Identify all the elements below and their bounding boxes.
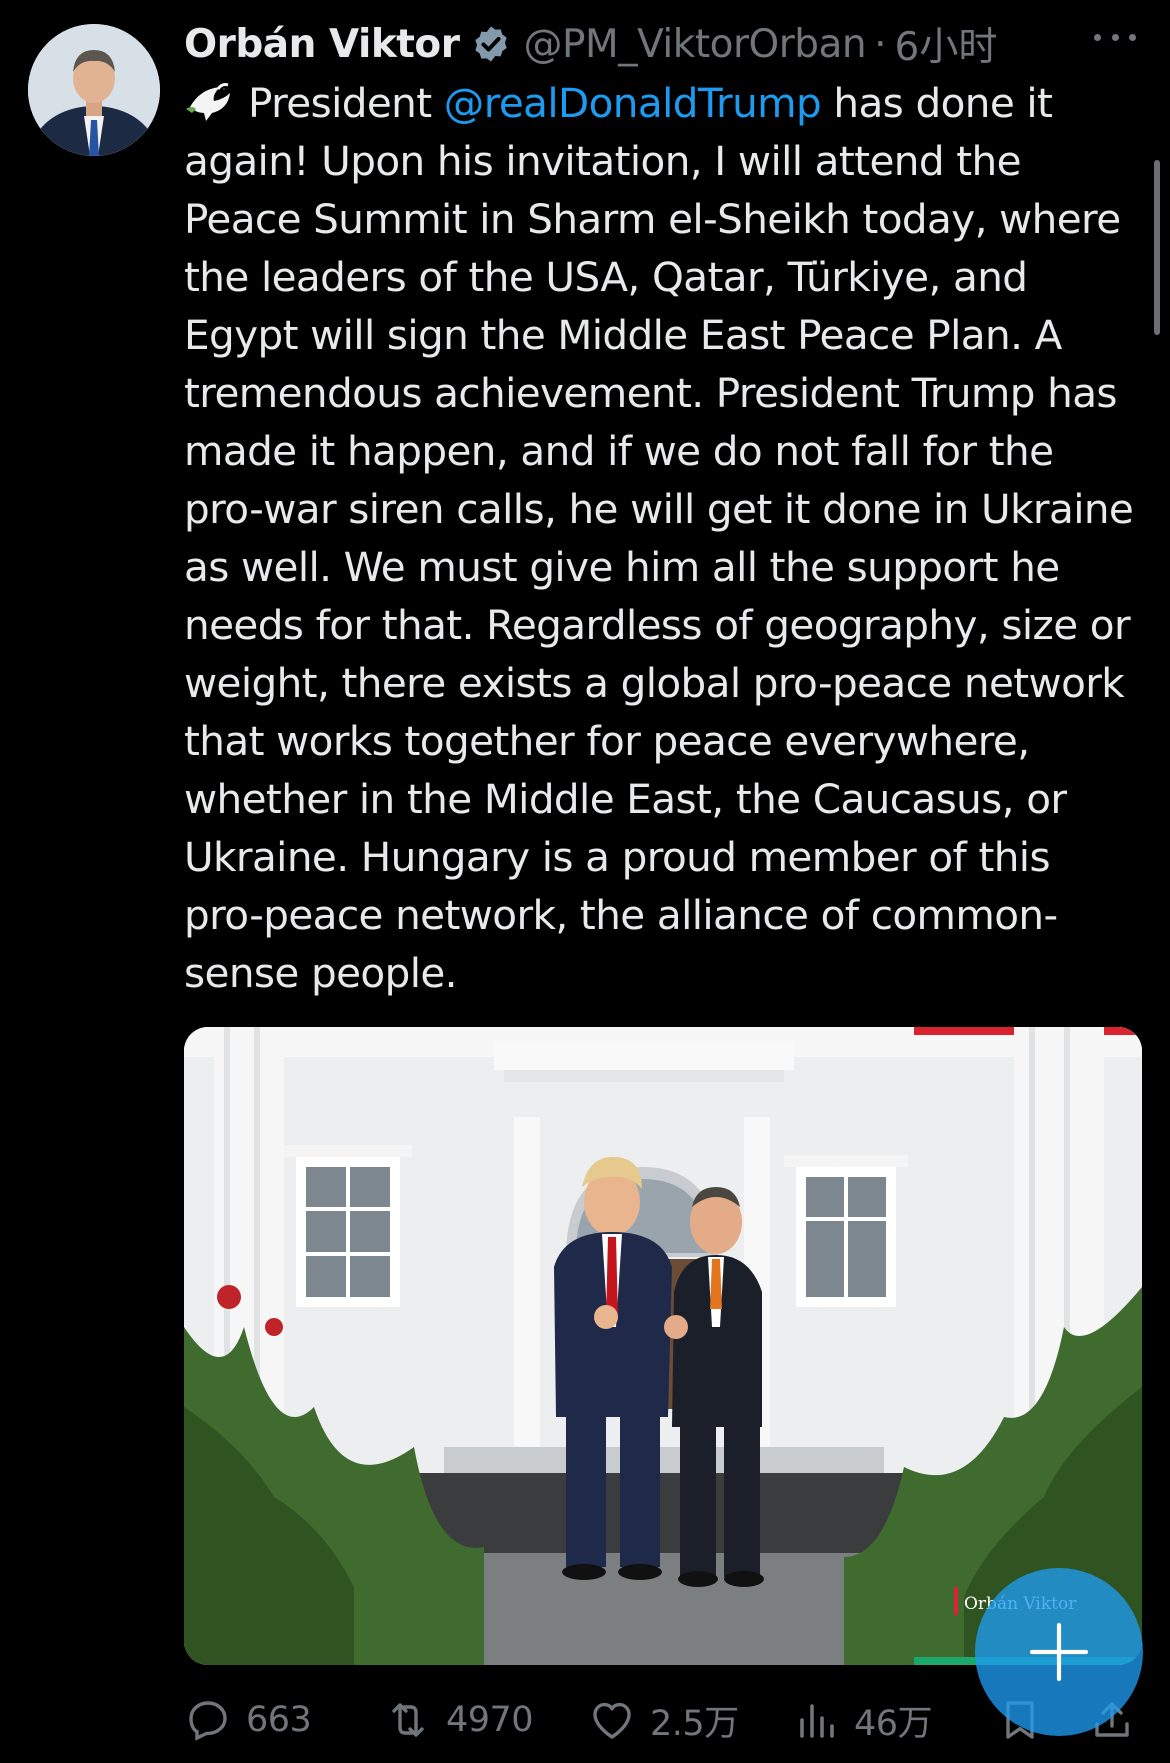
reply-icon <box>189 1701 227 1741</box>
verified-badge-icon <box>475 26 508 62</box>
tweet-line: Peace Summit in Sharm el-Sheikh today, w… <box>184 195 1121 243</box>
tweet-line: pro-peace network, the alliance of commo… <box>184 891 1058 939</box>
tweet-line: weight, there exists a global pro-peace … <box>184 659 1125 707</box>
tweet-photo[interactable]: Orbán Viktor <box>184 1027 1142 1665</box>
tweet-line: the leaders of the USA, Qatar, Türkiye, … <box>184 253 1028 301</box>
author-handle[interactable]: @PM_ViktorOrban <box>523 22 866 67</box>
tweet-header: Orbán Viktor @PM_ViktorOrban · 6小时 <box>184 16 1144 72</box>
plus-icon <box>1029 1622 1089 1682</box>
retweet-count: 4970 <box>446 1700 534 1740</box>
tweet-line: President @realDonaldTrump has done it <box>184 74 1144 132</box>
like-button[interactable]: 2.5万 <box>588 1690 739 1750</box>
scrollbar[interactable] <box>1154 160 1160 335</box>
tweet-line: whether in the Middle East, the Caucasus… <box>184 775 1067 823</box>
separator: · <box>874 21 887 67</box>
heart-icon <box>593 1702 631 1739</box>
like-count: 2.5万 <box>650 1703 739 1744</box>
tweet-line: pro-war siren calls, he will get it done… <box>184 485 1134 533</box>
compose-button[interactable] <box>975 1568 1143 1736</box>
retweet-icon <box>392 1703 424 1737</box>
tweet-text: President <box>248 79 444 127</box>
mention-link[interactable]: @realDonaldTrump <box>444 79 822 127</box>
views-button[interactable]: 46万 <box>792 1690 933 1750</box>
tweet-line: Ukraine. Hungary is a proud member of th… <box>184 833 1051 881</box>
more-icon[interactable] <box>1094 22 1136 52</box>
tweet-line: sense people. <box>184 949 458 997</box>
tweet-line: as well. We must give him all the suppor… <box>184 543 1060 591</box>
author-name[interactable]: Orbán Viktor <box>184 22 460 67</box>
views-count: 46万 <box>854 1703 933 1744</box>
tweet-line: that works together for peace everywhere… <box>184 717 1030 765</box>
reply-button[interactable]: 663 <box>184 1690 312 1750</box>
tweet-text: has done it <box>821 79 1053 127</box>
tweet-line: needs for that. Regardless of geography,… <box>184 601 1131 649</box>
tweet-line: tremendous achievement. President Trump … <box>184 369 1118 417</box>
tweet-line: again! Upon his invitation, I will atten… <box>184 137 1021 185</box>
views-icon <box>800 1704 834 1738</box>
timestamp[interactable]: 6小时 <box>895 16 998 72</box>
tweet-line: made it happen, and if we do not fall fo… <box>184 427 1054 475</box>
reply-count: 663 <box>246 1700 312 1740</box>
author-avatar[interactable] <box>28 24 160 156</box>
dove-icon <box>186 83 230 121</box>
retweet-button[interactable]: 4970 <box>384 1690 534 1750</box>
tweet-line: Egypt will sign the Middle East Peace Pl… <box>184 311 1062 359</box>
tweet-body: President @realDonaldTrump has done it a… <box>184 74 1144 1002</box>
